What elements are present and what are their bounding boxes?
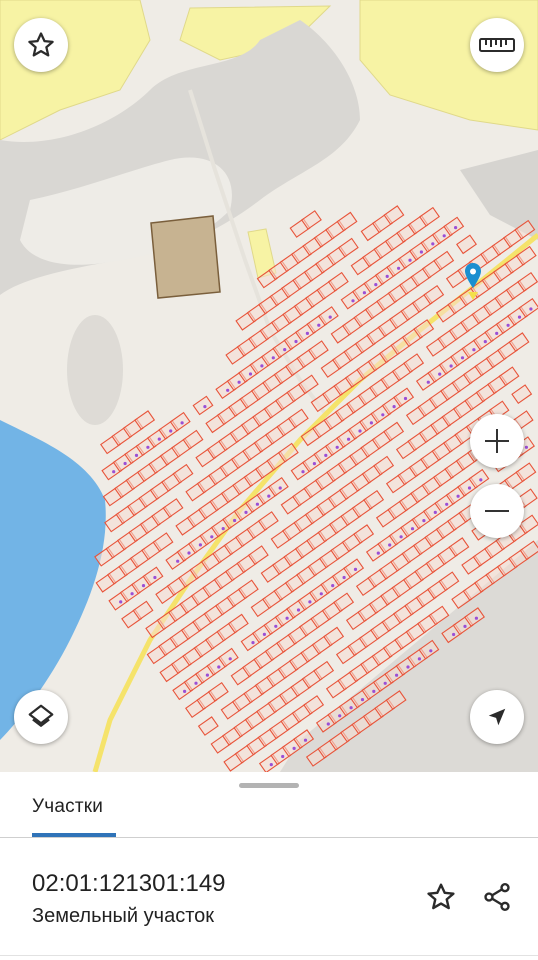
sheet-drag-handle[interactable]: [239, 783, 299, 788]
map-base: [0, 0, 538, 772]
share-button[interactable]: [479, 879, 515, 915]
map-pin-icon: [465, 263, 481, 300]
layers-button[interactable]: [14, 690, 68, 744]
divider: [0, 837, 538, 838]
map-view[interactable]: [0, 0, 538, 772]
location-marker[interactable]: [462, 262, 484, 302]
parcel-type: Земельный участок: [32, 905, 215, 927]
parcel-cadastral-number[interactable]: 02:01:121301:149: [32, 870, 226, 898]
star-icon: [28, 32, 54, 57]
bottom-divider: [0, 955, 538, 956]
star-icon: [427, 883, 455, 910]
zoom-out-button[interactable]: [470, 484, 524, 538]
share-icon: [484, 883, 510, 911]
tab-parcels[interactable]: Участки: [32, 796, 103, 818]
ruler-button[interactable]: [470, 18, 524, 72]
minus-icon: [485, 510, 509, 512]
my-location-button[interactable]: [470, 690, 524, 744]
plus-icon: [485, 429, 509, 453]
favorite-parcel-button[interactable]: [423, 879, 459, 915]
ruler-icon: [479, 38, 515, 52]
layers-icon: [28, 704, 54, 727]
zoom-in-button[interactable]: [470, 414, 524, 468]
favorite-map-button[interactable]: [14, 18, 68, 72]
navigation-arrow-icon: [488, 708, 506, 726]
